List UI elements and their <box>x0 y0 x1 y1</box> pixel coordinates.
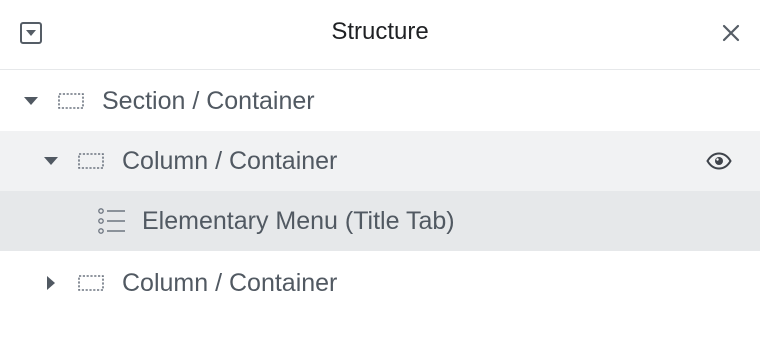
tree-item-label: Column / Container <box>122 269 338 297</box>
tree-item-elementary-menu[interactable]: Elementary Menu (Title Tab) <box>0 191 760 251</box>
tree-item-label: Column / Container <box>122 147 338 175</box>
tree-item-label: Section / Container <box>102 87 315 115</box>
close-icon[interactable] <box>718 20 744 46</box>
container-icon <box>77 151 105 171</box>
chevron-right-icon[interactable] <box>43 275 59 291</box>
panel-title: Structure <box>331 18 429 45</box>
container-icon <box>57 91 85 111</box>
list-icon <box>97 208 127 234</box>
structure-tree: Section / Container Column / Container E… <box>0 71 760 311</box>
tree-item-column-container[interactable]: Column / Container <box>0 131 760 191</box>
chevron-down-icon[interactable] <box>43 153 59 169</box>
eye-icon[interactable] <box>705 149 733 173</box>
chevron-down-icon[interactable] <box>23 93 39 109</box>
structure-panel-header: Structure <box>0 0 760 70</box>
tree-item-column-container[interactable]: Column / Container <box>0 251 760 311</box>
tree-item-label: Elementary Menu (Title Tab) <box>142 207 455 235</box>
tree-item-section-container[interactable]: Section / Container <box>0 71 760 131</box>
container-icon <box>77 273 105 293</box>
